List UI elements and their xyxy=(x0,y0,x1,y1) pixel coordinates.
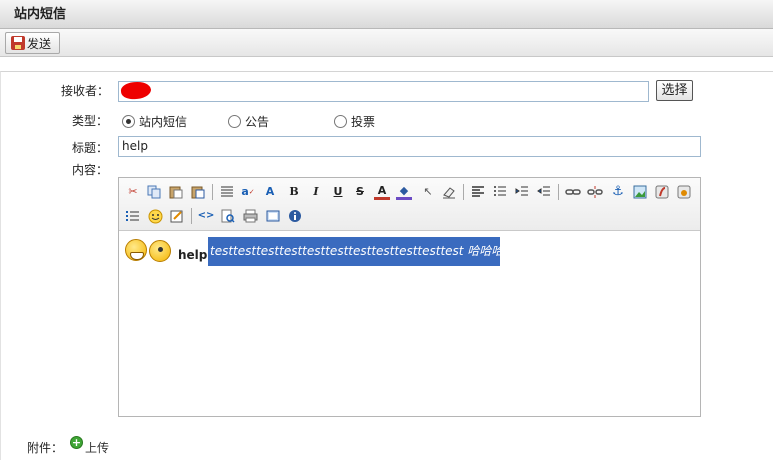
justify-icon[interactable] xyxy=(219,184,235,200)
send-button[interactable]: 发送 xyxy=(5,32,60,54)
indent-icon[interactable] xyxy=(514,184,530,200)
type-label: 类型： xyxy=(72,114,109,128)
highlight-color-icon[interactable]: ◆ xyxy=(396,184,412,200)
thinking-emoticon-icon xyxy=(149,240,171,262)
copy-icon[interactable] xyxy=(146,184,162,200)
preview-icon[interactable] xyxy=(220,208,236,224)
source-code-icon[interactable]: <> xyxy=(198,208,215,224)
toolbar-separator xyxy=(558,184,559,200)
type-option-label: 投票 xyxy=(351,115,376,129)
eraser-icon[interactable] xyxy=(441,184,457,200)
type-option-label: 站内短信 xyxy=(139,115,188,129)
type-option-label: 公告 xyxy=(245,115,270,129)
paste-icon[interactable] xyxy=(168,184,184,200)
font-size-icon[interactable]: A xyxy=(262,184,278,200)
content-bold-text: help xyxy=(178,248,208,262)
recipient-input[interactable] xyxy=(118,81,649,102)
select-icon[interactable]: ↖ xyxy=(420,184,436,200)
action-toolbar: 发送 xyxy=(0,29,773,57)
print-icon[interactable] xyxy=(242,208,258,224)
add-attachment-icon[interactable]: + xyxy=(70,436,83,449)
bullet-list-icon[interactable] xyxy=(125,208,141,224)
content-label: 内容： xyxy=(72,163,109,177)
subject-input[interactable]: help xyxy=(118,136,701,157)
toolbar-separator xyxy=(463,184,464,200)
save-disk-icon xyxy=(11,36,25,50)
smiley-icon[interactable] xyxy=(147,208,163,224)
subject-label: 标题： xyxy=(72,141,109,155)
rich-text-editor: ✂ a ✓ A B I U S A ◆ ↖ ⚓ <> help testtest… xyxy=(118,177,701,417)
send-button-label: 发送 xyxy=(27,36,52,51)
editor-content[interactable]: help testtesttesttesttesttesttesttesttes… xyxy=(119,232,700,416)
spellcheck-icon[interactable]: a ✓ xyxy=(240,184,256,200)
recipient-label: 接收者： xyxy=(61,84,110,98)
type-radio-message[interactable]: 站内短信 xyxy=(122,113,187,130)
link-icon[interactable] xyxy=(565,184,581,200)
window-title: 站内短信 xyxy=(0,0,773,29)
toolbar-separator xyxy=(212,184,213,200)
media-icon[interactable] xyxy=(676,184,692,200)
edit-form-icon[interactable] xyxy=(169,208,185,224)
bold-icon[interactable]: B xyxy=(286,184,302,200)
outdent-icon[interactable] xyxy=(536,184,552,200)
radio-selected-icon xyxy=(122,115,135,128)
radio-unselected-icon xyxy=(334,115,347,128)
toolbar-separator xyxy=(191,208,192,224)
image-icon[interactable] xyxy=(632,184,648,200)
type-radio-vote[interactable]: 投票 xyxy=(334,113,375,130)
anchor-icon[interactable]: ⚓ xyxy=(610,184,626,200)
selected-text: testtesttesttesttesttesttesttesttesttest… xyxy=(208,237,500,266)
cut-icon[interactable]: ✂ xyxy=(125,184,141,200)
paste-text-icon[interactable] xyxy=(190,184,206,200)
editor-toolbar: ✂ a ✓ A B I U S A ◆ ↖ ⚓ <> xyxy=(119,178,700,231)
fullscreen-icon[interactable] xyxy=(265,208,281,224)
grin-emoticon-icon xyxy=(125,239,147,261)
flash-icon[interactable] xyxy=(654,184,670,200)
upload-link[interactable]: 上传 xyxy=(85,439,109,456)
type-radio-announcement[interactable]: 公告 xyxy=(228,113,269,130)
text-color-icon[interactable]: A xyxy=(374,184,390,200)
choose-button[interactable]: 选择 xyxy=(656,80,693,101)
about-icon[interactable] xyxy=(287,208,303,224)
attachment-label: 附件： xyxy=(27,441,64,455)
align-left-icon[interactable] xyxy=(470,184,486,200)
strikethrough-icon[interactable]: S xyxy=(352,184,368,200)
unlink-icon[interactable] xyxy=(587,184,603,200)
ordered-list-icon[interactable] xyxy=(492,184,508,200)
underline-icon[interactable]: U xyxy=(330,184,346,200)
radio-unselected-icon xyxy=(228,115,241,128)
italic-icon[interactable]: I xyxy=(308,184,324,200)
